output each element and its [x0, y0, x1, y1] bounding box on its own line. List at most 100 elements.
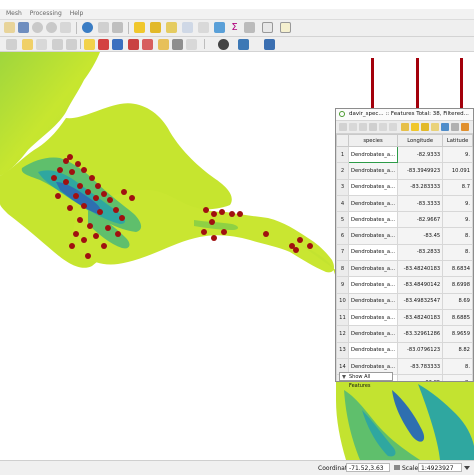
row-number[interactable]: 13: [336, 341, 349, 359]
latitude-cell[interactable]: 9.: [442, 211, 473, 229]
move-selection-icon[interactable]: [451, 123, 459, 131]
row-number[interactable]: 8: [336, 260, 349, 278]
multi-edit-icon[interactable]: [349, 123, 357, 131]
row-number[interactable]: 7: [336, 243, 349, 262]
table-row[interactable]: 9 Dendrobates_a... -83.48490142 8.6998: [336, 276, 473, 294]
row-number[interactable]: 10: [336, 292, 349, 310]
label-tool-icon[interactable]: [84, 39, 95, 50]
latitude-cell[interactable]: 8.6834: [442, 260, 473, 278]
select-features-icon[interactable]: [134, 22, 145, 33]
table-row[interactable]: 10 Dendrobates_a... -83.49832547 8.69: [336, 292, 473, 310]
attribute-table-title-bar[interactable]: davir_spec... :: Features Total: 38, Fil…: [336, 109, 473, 121]
species-cell[interactable]: Dendrobates_a...: [347, 211, 399, 229]
edit-pencil-icon[interactable]: [339, 123, 347, 131]
species-cell[interactable]: Dendrobates_a...: [347, 162, 399, 180]
open-attribute-table-icon[interactable]: [182, 22, 193, 33]
longitude-cell[interactable]: -83.48240183: [397, 260, 444, 278]
diagram-icon[interactable]: [172, 39, 183, 50]
table-row[interactable]: 3 Dendrobates_a... -83.283333 8.7: [336, 178, 473, 196]
longitude-cell[interactable]: -83.3333: [397, 194, 444, 213]
identify-icon[interactable]: [98, 22, 109, 33]
save-edits-icon[interactable]: [36, 39, 47, 50]
current-edits-icon[interactable]: [6, 39, 17, 50]
show-hide-labels-icon[interactable]: [112, 39, 123, 50]
table-row[interactable]: 6 Dendrobates_a... -83.45 8.: [336, 227, 473, 245]
latitude-cell[interactable]: 9.: [442, 145, 473, 164]
scale-field[interactable]: 1:4923927: [418, 463, 462, 472]
help-icon[interactable]: [264, 39, 275, 50]
show-all-features-button[interactable]: Show All Features: [339, 372, 393, 389]
species-cell[interactable]: Dendrobates_a...: [347, 243, 399, 262]
toggle-editing-icon[interactable]: [22, 39, 33, 50]
species-cell[interactable]: Dendrobates_a...: [347, 227, 399, 245]
row-number[interactable]: 4: [336, 194, 349, 213]
species-cell[interactable]: Dendrobates_a...: [347, 308, 399, 327]
show-tips-icon[interactable]: [186, 39, 197, 50]
latitude-cell[interactable]: 9.: [442, 194, 473, 213]
select-all-icon[interactable]: [411, 123, 419, 131]
attribute-table-window[interactable]: davir_spec... :: Features Total: 38, Fil…: [335, 108, 474, 382]
species-cell[interactable]: Dendrobates_a...: [347, 178, 399, 196]
reload-icon[interactable]: [369, 123, 377, 131]
table-row[interactable]: 2 Dendrobates_a... -83.3949923 10.091: [336, 162, 473, 180]
longitude-cell[interactable]: -83.2833: [397, 243, 444, 262]
longitude-cell[interactable]: -83.0796123: [397, 341, 444, 359]
longitude-cell[interactable]: -83.32961286: [397, 325, 444, 343]
pin-labels-icon[interactable]: [98, 39, 109, 50]
latitude-cell[interactable]: 10.091: [442, 162, 473, 180]
longitude-cell[interactable]: -82.9333: [397, 145, 444, 164]
digitize-icon[interactable]: [52, 39, 63, 50]
field-calculator-icon[interactable]: [198, 22, 209, 33]
latitude-cell[interactable]: 8.82: [442, 341, 473, 359]
latitude-cell[interactable]: 8.6885: [442, 308, 473, 327]
menu-help[interactable]: Help: [70, 9, 84, 19]
deselect-icon[interactable]: [166, 22, 177, 33]
sum-icon[interactable]: Σ: [229, 22, 240, 33]
latitude-cell[interactable]: 8.6998: [442, 276, 473, 294]
species-cell[interactable]: Dendrobates_a...: [347, 194, 399, 213]
measure-icon[interactable]: [112, 22, 123, 33]
row-number[interactable]: 5: [336, 211, 349, 229]
add-feature-icon[interactable]: [379, 123, 387, 131]
rotate-label-icon[interactable]: [142, 39, 153, 50]
table-row[interactable]: 13 Dendrobates_a... -83.0796123 8.82: [336, 341, 473, 359]
deselect-all-icon[interactable]: [431, 123, 439, 131]
invert-selection-icon[interactable]: [421, 123, 429, 131]
table-row[interactable]: 1 Dendrobates_a... -82.9333 9.: [336, 145, 473, 164]
longitude-cell[interactable]: -83.48490142: [397, 276, 444, 294]
save-icon[interactable]: [359, 123, 367, 131]
table-row[interactable]: 5 Dendrobates_a... -82.9667 9.: [336, 211, 473, 229]
chevron-down-icon[interactable]: [464, 466, 470, 470]
refresh-icon[interactable]: [82, 22, 93, 33]
zoom-native-icon[interactable]: [60, 22, 71, 33]
pan-to-selected-icon[interactable]: [461, 123, 469, 131]
species-cell[interactable]: Dendrobates_a...: [347, 341, 399, 359]
table-row[interactable]: 11 Dendrobates_a... -83.48240183 8.6885: [336, 308, 473, 327]
table-row[interactable]: 4 Dendrobates_a... -83.3333 9.: [336, 194, 473, 213]
longitude-cell[interactable]: -83.45: [397, 227, 444, 245]
latitude-cell[interactable]: 8.69: [442, 292, 473, 310]
longitude-cell[interactable]: -82.85: [397, 374, 444, 381]
zoom-in-icon[interactable]: [32, 22, 43, 33]
row-number[interactable]: 2: [336, 162, 349, 180]
column-header-latitude[interactable]: Latitude: [442, 134, 473, 147]
table-row[interactable]: 7 Dendrobates_a... -83.2833 8.: [336, 243, 473, 262]
latitude-cell[interactable]: 8.: [442, 243, 473, 262]
gps-icon[interactable]: [218, 39, 229, 50]
annotation-icon[interactable]: [280, 22, 291, 33]
species-cell[interactable]: Dendrobates_a...: [347, 325, 399, 343]
latitude-cell[interactable]: 8.7: [442, 178, 473, 196]
row-number[interactable]: 3: [336, 178, 349, 196]
longitude-cell[interactable]: -83.3949923: [397, 162, 444, 180]
statistics-icon[interactable]: [214, 22, 225, 33]
coordinate-field[interactable]: -71.52,3.63: [346, 463, 390, 472]
pan-to-selection-icon[interactable]: [18, 22, 29, 33]
latitude-cell[interactable]: 8.9659: [442, 325, 473, 343]
pan-icon[interactable]: [4, 22, 15, 33]
column-header-species[interactable]: species: [347, 134, 399, 147]
filter-icon[interactable]: [441, 123, 449, 131]
species-cell[interactable]: Dendrobates_a...: [347, 260, 399, 278]
python-console-icon[interactable]: [238, 39, 249, 50]
row-number[interactable]: 6: [336, 227, 349, 245]
row-number[interactable]: 12: [336, 325, 349, 343]
